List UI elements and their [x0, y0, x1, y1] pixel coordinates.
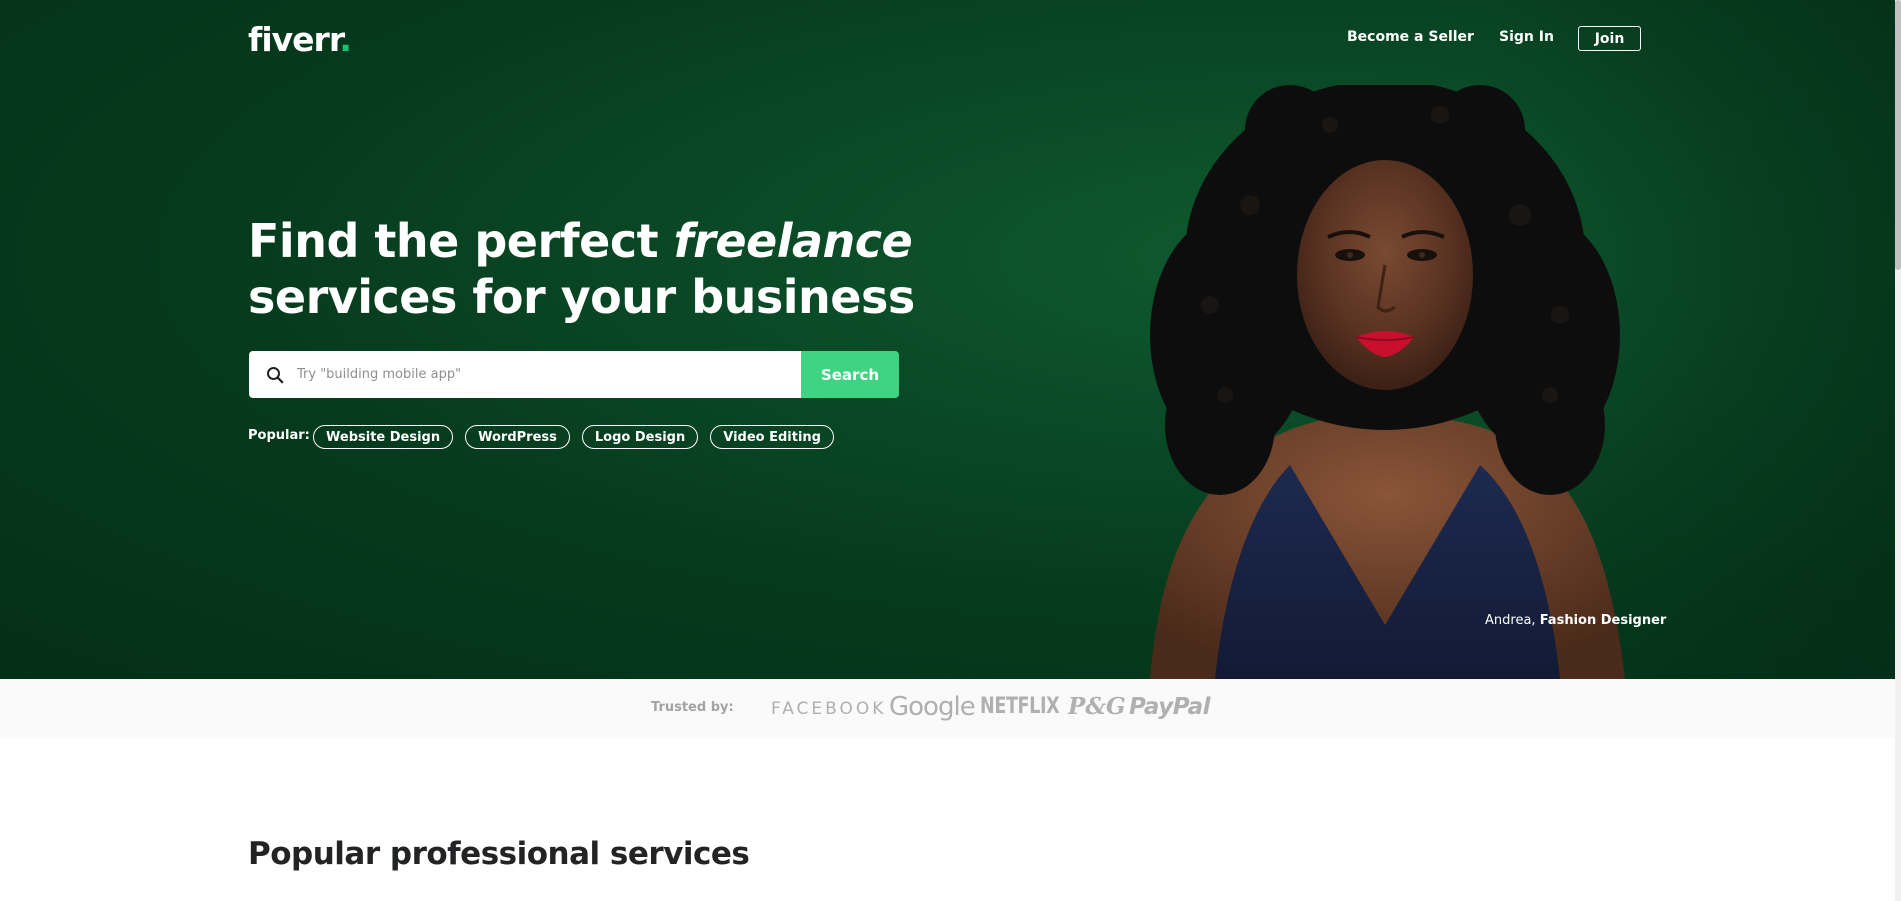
- portrait-caption: Andrea, Fashion Designer: [1485, 613, 1666, 628]
- page: fiverr. Become a Seller Sign In Join Fin…: [0, 0, 1901, 901]
- headline-line2: services for your business: [248, 270, 915, 324]
- popular-label: Popular:: [248, 428, 310, 443]
- logo-dot: .: [339, 20, 352, 59]
- popular-chips: Website Design WordPress Logo Design Vid…: [313, 425, 834, 449]
- search-box: [249, 351, 801, 398]
- scrollbar-thumb[interactable]: [1895, 0, 1901, 270]
- search-input[interactable]: [295, 351, 801, 398]
- pg-logo: P&G: [1068, 693, 1126, 720]
- trusted-by-label: Trusted by:: [651, 700, 734, 715]
- headline-emphasis: freelance: [673, 214, 913, 268]
- google-logo: Google: [889, 692, 976, 722]
- headline-part1: Find the perfect: [248, 214, 674, 268]
- trusted-by-bar: Trusted by: FACEBOOK Google NETFLIX P&G …: [0, 679, 1901, 738]
- popular-chip-wordpress[interactable]: WordPress: [465, 425, 570, 449]
- popular-services-heading: Popular professional services: [248, 836, 750, 872]
- join-button[interactable]: Join: [1578, 26, 1641, 51]
- popular-chip-logo-design[interactable]: Logo Design: [581, 425, 699, 449]
- become-seller-link[interactable]: Become a Seller: [1347, 29, 1474, 45]
- logo-text: fiverr: [248, 20, 340, 59]
- search-button[interactable]: Search: [801, 351, 899, 398]
- hero-headline: Find the perfect freelance services for …: [248, 213, 915, 325]
- page-scrollbar[interactable]: [1895, 0, 1901, 901]
- netflix-logo: NETFLIX: [980, 694, 1060, 719]
- caption-name: Andrea,: [1485, 613, 1540, 628]
- paypal-logo: PayPal: [1129, 694, 1210, 720]
- hero-portrait-image: [1150, 85, 1625, 679]
- hero-section: fiverr. Become a Seller Sign In Join Fin…: [0, 0, 1901, 679]
- facebook-logo: FACEBOOK: [771, 699, 887, 719]
- caption-role: Fashion Designer: [1539, 613, 1667, 628]
- popular-chip-video-editing[interactable]: Video Editing: [710, 425, 834, 449]
- search-icon: [266, 366, 284, 384]
- fiverr-logo[interactable]: fiverr.: [248, 20, 352, 59]
- sign-in-link[interactable]: Sign In: [1499, 29, 1554, 45]
- popular-chip-website-design[interactable]: Website Design: [313, 425, 454, 449]
